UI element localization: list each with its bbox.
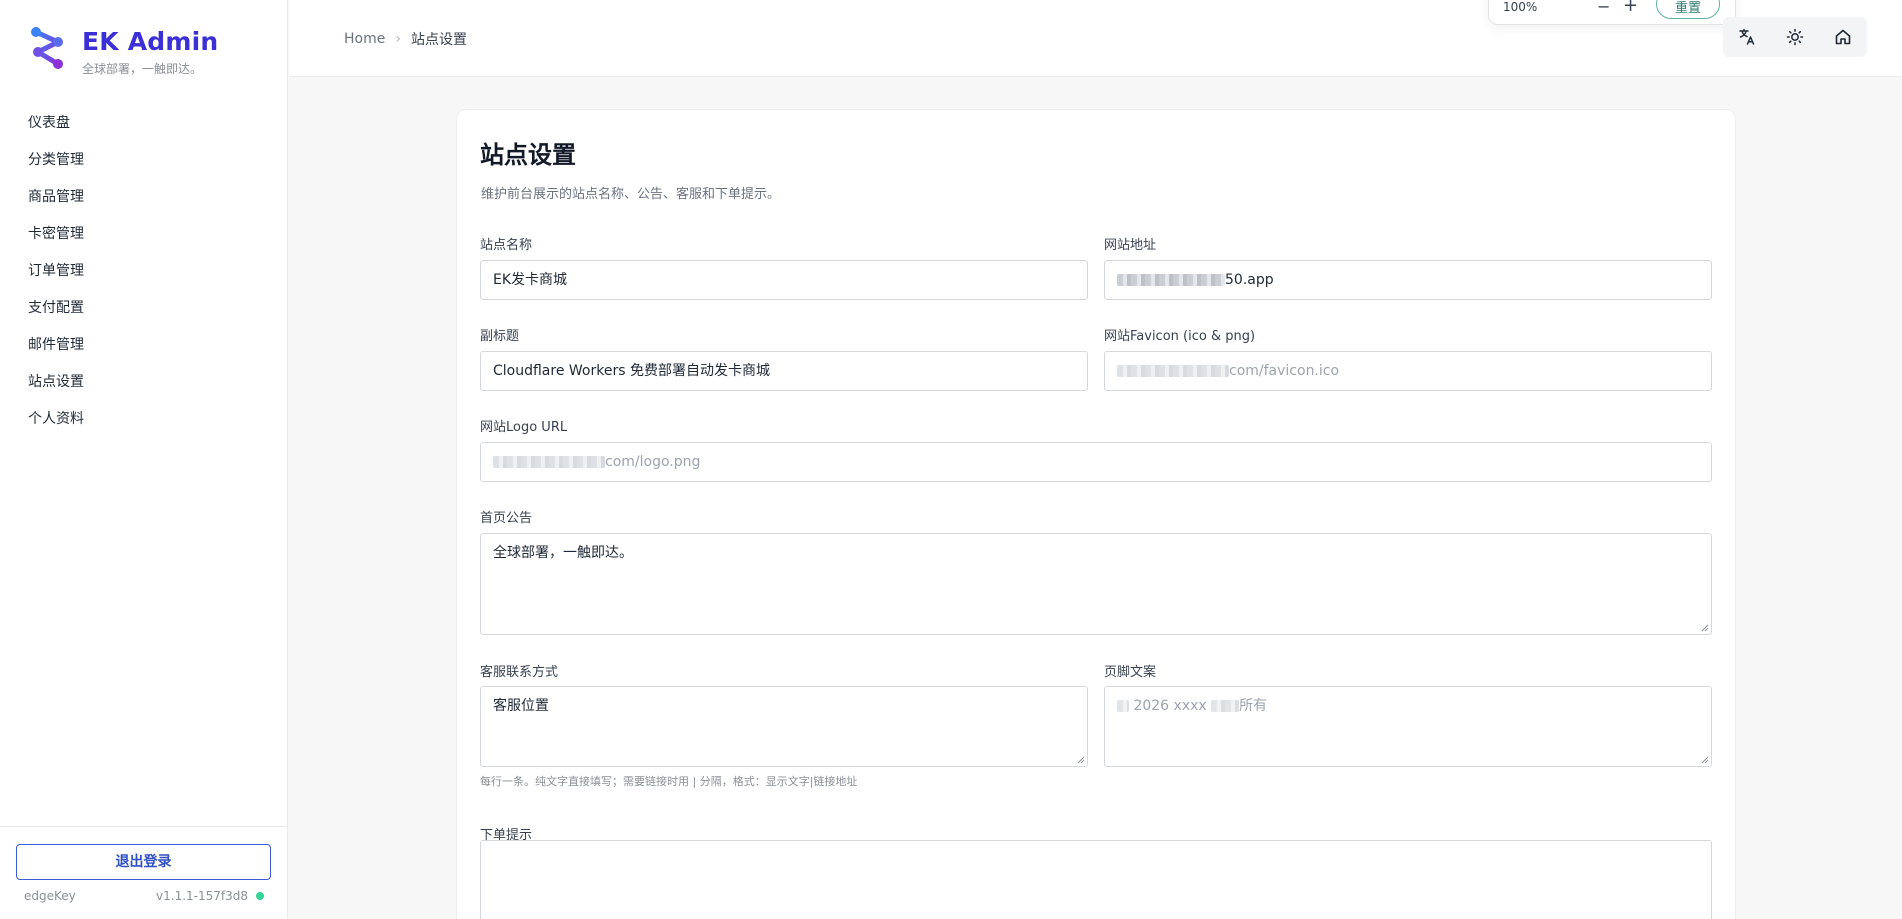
sidebar-item-profile[interactable]: 个人资料: [16, 401, 272, 438]
sidebar-item-mail[interactable]: 邮件管理: [16, 327, 272, 364]
sidebar-item-products[interactable]: 商品管理: [16, 179, 272, 216]
app-root: EK Admin 全球部署，一触即达。 仪表盘 分类管理 商品管理 卡密管理 订…: [0, 0, 1902, 919]
redacted-blur: [1117, 365, 1229, 377]
page-description: 维护前台展示的站点名称、公告、客服和下单提示。: [481, 187, 781, 202]
favicon-placeholder: com/favicon.ico: [1229, 363, 1340, 379]
page-title: 站点设置: [480, 141, 576, 169]
redacted-blur: [1117, 700, 1129, 712]
subtitle-value: Cloudflare Workers 免费部署自动发卡商城: [493, 363, 770, 379]
subtitle-label: 副标题: [480, 329, 520, 344]
favicon-label: 网站Favicon (ico & png): [1104, 329, 1256, 344]
logo-url-placeholder: com/logo.png: [605, 454, 701, 470]
redacted-blur: [1211, 700, 1240, 712]
zoom-panel: 100% − + 重置: [1488, 0, 1736, 25]
contact-label: 客服联系方式: [480, 665, 559, 680]
version-label: v1.1.1-157f3d8: [156, 889, 248, 903]
brand[interactable]: EK Admin 全球部署，一触即达。: [28, 24, 218, 77]
announcement-label: 首页公告: [480, 511, 533, 526]
site-name-input[interactable]: EK发卡商城: [480, 260, 1088, 300]
breadcrumb-current: 站点设置: [410, 32, 467, 48]
subtitle-input[interactable]: Cloudflare Workers 免费部署自动发卡商城: [480, 351, 1088, 391]
top-header: Home › 站点设置 100% − + 重置: [289, 0, 1902, 77]
site-url-value: 50.app: [1225, 272, 1274, 288]
sidebar-item-orders[interactable]: 订单管理: [16, 253, 272, 290]
site-url-input[interactable]: 50.app: [1104, 260, 1712, 300]
sidebar-footer: 退出登录 edgeKey v1.1.1-157f3d8: [0, 826, 288, 919]
theme-sun-icon[interactable]: [1775, 17, 1815, 57]
footer-text-textarea[interactable]: 2026 xxxx 所有: [1104, 686, 1712, 767]
contact-textarea[interactable]: 客服位置: [480, 686, 1088, 767]
site-name-label: 站点名称: [480, 238, 533, 253]
contact-value: 客服位置: [493, 698, 549, 714]
order-tip-textarea[interactable]: [480, 840, 1712, 919]
logo-url-input[interactable]: com/logo.png: [480, 442, 1712, 482]
favicon-input[interactable]: com/favicon.ico: [1104, 351, 1712, 391]
translate-icon[interactable]: [1727, 17, 1767, 57]
contact-hint: 每行一条。纯文字直接填写；需要链接时用 | 分隔，格式：显示文字|链接地址: [480, 775, 858, 788]
home-icon[interactable]: [1823, 17, 1863, 57]
logo-url-label: 网站Logo URL: [480, 420, 568, 435]
sidebar-item-card-keys[interactable]: 卡密管理: [16, 216, 272, 253]
site-name-value: EK发卡商城: [493, 272, 568, 288]
zoom-value: 100%: [1503, 0, 1538, 14]
announcement-textarea[interactable]: 全球部署，一触即达。: [480, 533, 1712, 635]
zoom-in-button[interactable]: +: [1623, 0, 1638, 16]
sidebar-item-payment[interactable]: 支付配置: [16, 290, 272, 327]
sidebar-item-site-settings[interactable]: 站点设置: [16, 364, 272, 401]
sidebar-nav: 仪表盘 分类管理 商品管理 卡密管理 订单管理 支付配置 邮件管理 站点设置 个…: [16, 105, 272, 438]
sidebar-item-categories[interactable]: 分类管理: [16, 142, 272, 179]
footer-app-name: edgeKey: [24, 889, 76, 903]
resize-grip-icon[interactable]: [1076, 755, 1085, 764]
status-dot-icon: [256, 892, 264, 900]
breadcrumb-home[interactable]: Home: [344, 31, 385, 47]
resize-grip-icon[interactable]: [1700, 623, 1709, 632]
brand-logo-icon: [31, 27, 63, 69]
redacted-blur: [1117, 274, 1225, 286]
sidebar: EK Admin 全球部署，一触即达。 仪表盘 分类管理 商品管理 卡密管理 订…: [0, 0, 288, 919]
footer-text-label: 页脚文案: [1104, 665, 1157, 680]
breadcrumb-separator: ›: [395, 31, 401, 47]
footer-text-placeholder-a: 2026 xxxx: [1133, 698, 1207, 714]
zoom-reset-button[interactable]: 重置: [1656, 0, 1720, 19]
brand-subtitle: 全球部署，一触即达。: [82, 62, 203, 76]
logout-button[interactable]: 退出登录: [16, 844, 271, 880]
brand-title: EK Admin: [82, 27, 219, 56]
sidebar-item-dashboard[interactable]: 仪表盘: [16, 105, 272, 142]
breadcrumb: Home › 站点设置: [344, 29, 467, 49]
announcement-value: 全球部署，一触即达。: [493, 545, 633, 561]
footer-text-placeholder-b: 所有: [1239, 698, 1268, 714]
header-actions: [1723, 17, 1867, 57]
resize-grip-icon[interactable]: [1700, 755, 1709, 764]
zoom-out-button[interactable]: −: [1597, 0, 1610, 16]
redacted-blur: [493, 456, 605, 468]
site-url-label: 网站地址: [1104, 238, 1157, 253]
site-settings-card: 站点设置 维护前台展示的站点名称、公告、客服和下单提示。 站点名称 EK发卡商城…: [456, 109, 1736, 919]
